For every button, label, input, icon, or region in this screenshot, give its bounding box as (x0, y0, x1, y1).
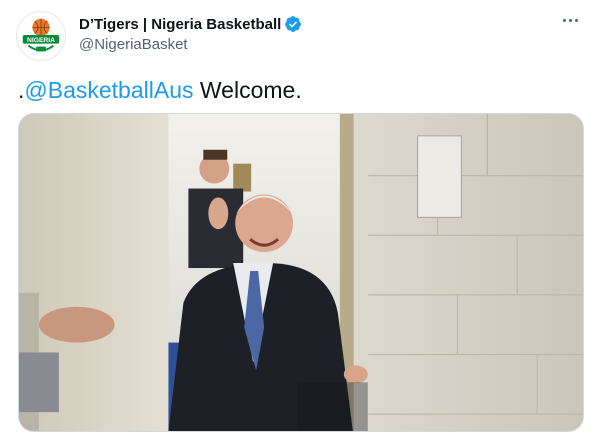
tweet-text: .@BasketballAus Welcome. (18, 76, 302, 104)
video-frame-image (19, 114, 583, 431)
verified-badge-icon (284, 15, 302, 33)
more-options-icon[interactable] (558, 10, 582, 30)
tweet-text-suffix: Welcome. (193, 77, 302, 103)
author-display-name[interactable]: D’Tigers | Nigeria Basketball (79, 16, 281, 33)
display-name-row: D’Tigers | Nigeria Basketball (79, 14, 302, 34)
author-avatar[interactable]: NIGERIA (16, 11, 66, 61)
avatar-logo-text: NIGERIA (27, 37, 55, 44)
tweet-card: NIGERIA D’Tigers | Nigeria Basketball @N… (0, 0, 600, 439)
author-handle[interactable]: @NigeriaBasket (79, 36, 302, 53)
nigeria-basketball-logo-icon: NIGERIA (17, 12, 65, 60)
tweet-video[interactable] (18, 113, 584, 432)
mention-link[interactable]: @BasketballAus (24, 77, 193, 103)
author-names: D’Tigers | Nigeria Basketball @NigeriaBa… (79, 14, 302, 53)
